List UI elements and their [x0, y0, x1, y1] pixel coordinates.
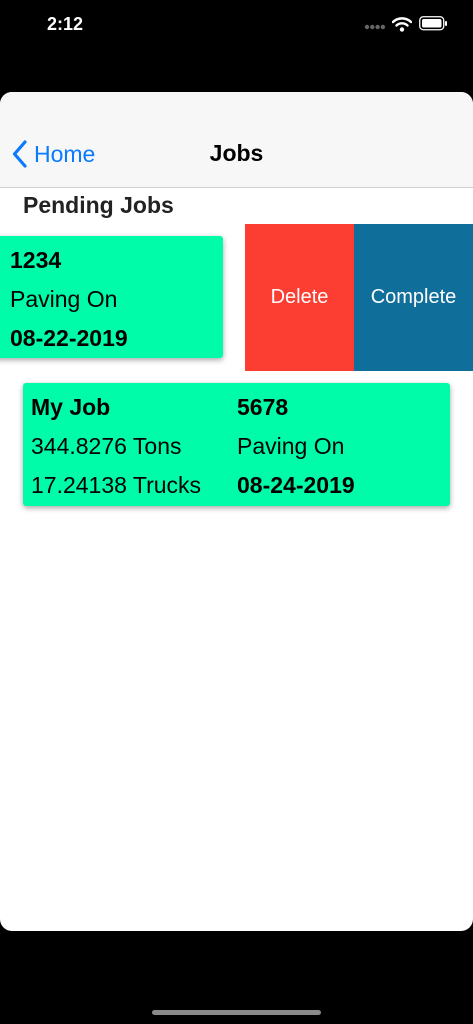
job-number: 5678	[237, 394, 289, 420]
battery-icon	[419, 16, 447, 31]
job-card[interactable]: 1234 Paving On 08-22-2019	[0, 236, 223, 358]
jobs-screen: Home Jobs Pending Jobs 1234 Paving On 08…	[0, 92, 473, 931]
job-status: Paving On	[237, 433, 345, 459]
job-date: 08-24-2019	[237, 472, 355, 498]
signal-icon	[364, 24, 386, 30]
job-tons: 344.8276 Tons	[31, 433, 182, 459]
status-time: 2:12	[47, 14, 84, 34]
job-name: My Job	[31, 394, 111, 420]
job-status: Paving On	[10, 286, 118, 312]
job-date: 08-22-2019	[10, 325, 128, 351]
section-header-pending-jobs: Pending Jobs	[23, 192, 174, 218]
delete-button[interactable]: Delete	[245, 224, 354, 371]
status-bar: 2:12	[0, 0, 473, 50]
complete-button[interactable]: Complete	[354, 224, 473, 371]
wifi-icon	[392, 17, 412, 32]
page-title: Jobs	[209, 140, 264, 166]
job-number: 1234	[10, 247, 62, 273]
home-indicator[interactable]	[152, 1010, 321, 1015]
navigation-bar: Home Jobs	[0, 92, 473, 188]
job-card[interactable]: My Job 5678 344.8276 Tons Paving On 17.2…	[23, 383, 450, 506]
job-trucks: 17.24138 Trucks	[31, 472, 202, 498]
